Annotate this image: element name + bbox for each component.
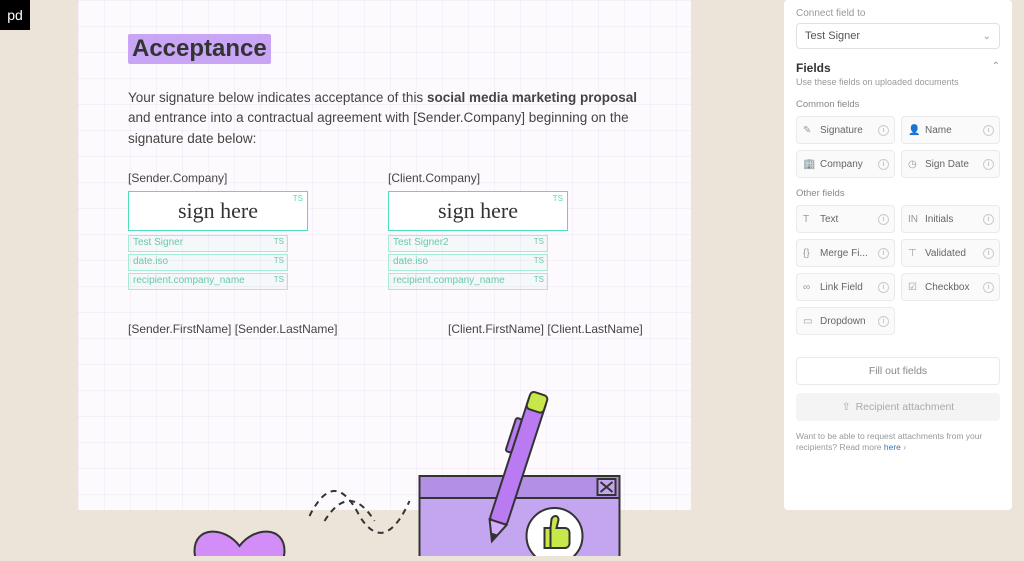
signature-row: [Sender.Company] sign here Test Signer d…: [128, 171, 641, 292]
client-signature-block: [Client.Company] sign here Test Signer2 …: [388, 171, 588, 292]
client-name-tokens: [Client.FirstName] [Client.LastName]: [448, 322, 708, 336]
text-icon: T: [803, 214, 815, 225]
other-fields-grid: T Text i IN Initials i {} Merge Fi... i …: [796, 205, 1000, 335]
info-icon[interactable]: i: [878, 282, 889, 293]
info-icon[interactable]: i: [983, 282, 994, 293]
fields-title: Fields: [796, 61, 831, 75]
field-label: Name: [925, 125, 952, 136]
intro-text-b: and entrance into a contractual agreemen…: [128, 110, 629, 145]
checkbox-icon: ☑: [908, 282, 920, 293]
info-icon[interactable]: i: [878, 125, 889, 136]
initials-icon: IN: [908, 214, 920, 225]
field-label: Text: [820, 214, 838, 225]
common-fields-label: Common fields: [796, 99, 1000, 110]
app-logo: pd: [0, 0, 30, 30]
client-company-label: [Client.Company]: [388, 171, 588, 185]
field-label: Validated: [925, 248, 966, 259]
field-company[interactable]: 🏢 Company i: [796, 150, 895, 178]
person-icon: 👤: [908, 125, 920, 136]
info-icon[interactable]: i: [983, 125, 994, 136]
decorative-illustration: [128, 366, 641, 556]
client-signer-field[interactable]: Test Signer2: [388, 235, 548, 252]
field-signature[interactable]: ✎ Signature i: [796, 116, 895, 144]
intro-text-bold: social media marketing proposal: [427, 90, 637, 105]
field-label: Company: [820, 159, 863, 170]
sender-name-tokens: [Sender.FirstName] [Sender.LastName]: [128, 322, 388, 336]
info-icon[interactable]: i: [878, 214, 889, 225]
sender-signature-block: [Sender.Company] sign here Test Signer d…: [128, 171, 328, 292]
attachment-hint: Want to be able to request attachments f…: [796, 431, 1000, 454]
section-heading: Acceptance: [128, 34, 271, 64]
field-sign-date[interactable]: ◷ Sign Date i: [901, 150, 1000, 178]
field-label: Signature: [820, 125, 863, 136]
sender-date-field[interactable]: date.iso: [128, 254, 288, 271]
field-label: Sign Date: [925, 159, 969, 170]
fill-out-fields-button[interactable]: Fill out fields: [796, 357, 1000, 385]
link-icon: ∞: [803, 282, 815, 293]
fields-section-header[interactable]: Fields ⌃: [796, 61, 1000, 75]
chevron-up-icon: ⌃: [992, 61, 1000, 72]
intro-paragraph: Your signature below indicates acceptanc…: [128, 88, 641, 149]
attachment-label: Recipient attachment: [856, 401, 955, 413]
recipient-attachment-button[interactable]: ⇧ Recipient attachment: [796, 393, 1000, 421]
connect-dropdown[interactable]: Test Signer ⌄: [796, 23, 1000, 49]
building-icon: 🏢: [803, 159, 815, 170]
sender-company-label: [Sender.Company]: [128, 171, 328, 185]
signature-icon: ✎: [803, 125, 815, 136]
info-icon[interactable]: i: [878, 248, 889, 259]
field-label: Initials: [925, 214, 953, 225]
document-canvas: Acceptance Your signature below indicate…: [78, 0, 691, 510]
upload-icon: ⇧: [842, 401, 851, 413]
field-text[interactable]: T Text i: [796, 205, 895, 233]
fields-subtitle: Use these fields on uploaded documents: [796, 77, 1000, 87]
sender-signer-field[interactable]: Test Signer: [128, 235, 288, 252]
field-label: Dropdown: [820, 316, 866, 327]
dropdown-icon: ▭: [803, 316, 815, 327]
info-icon[interactable]: i: [878, 316, 889, 327]
braces-icon: {}: [803, 248, 815, 259]
clock-icon: ◷: [908, 159, 920, 170]
intro-text-a: Your signature below indicates acceptanc…: [128, 90, 427, 105]
field-initials[interactable]: IN Initials i: [901, 205, 1000, 233]
field-dropdown[interactable]: ▭ Dropdown i: [796, 307, 895, 335]
field-validated[interactable]: ⊤ Validated i: [901, 239, 1000, 267]
connect-value: Test Signer: [805, 30, 860, 42]
logo-text: pd: [7, 7, 23, 23]
field-merge[interactable]: {} Merge Fi... i: [796, 239, 895, 267]
field-label: Merge Fi...: [820, 248, 868, 259]
field-link[interactable]: ∞ Link Field i: [796, 273, 895, 301]
common-fields-grid: ✎ Signature i 👤 Name i 🏢 Company i ◷ Sig…: [796, 116, 1000, 178]
hint-arrow: ›: [901, 442, 906, 452]
fields-sidebar: Connect field to Test Signer ⌄ Fields ⌃ …: [784, 0, 1012, 510]
sender-sign-field[interactable]: sign here: [128, 191, 308, 231]
client-company-field[interactable]: recipient.company_name: [388, 273, 548, 290]
names-row: [Sender.FirstName] [Sender.LastName] [Cl…: [128, 322, 641, 336]
sender-company-field[interactable]: recipient.company_name: [128, 273, 288, 290]
field-name[interactable]: 👤 Name i: [901, 116, 1000, 144]
field-checkbox[interactable]: ☑ Checkbox i: [901, 273, 1000, 301]
client-date-field[interactable]: date.iso: [388, 254, 548, 271]
info-icon[interactable]: i: [983, 214, 994, 225]
info-icon[interactable]: i: [983, 159, 994, 170]
info-icon[interactable]: i: [983, 248, 994, 259]
other-fields-label: Other fields: [796, 188, 1000, 199]
validated-icon: ⊤: [908, 248, 920, 259]
field-label: Link Field: [820, 282, 863, 293]
field-label: Checkbox: [925, 282, 969, 293]
hint-link[interactable]: here: [884, 442, 901, 452]
chevron-down-icon: ⌄: [983, 31, 991, 42]
client-sign-field[interactable]: sign here: [388, 191, 568, 231]
connect-label: Connect field to: [796, 8, 1000, 19]
info-icon[interactable]: i: [878, 159, 889, 170]
